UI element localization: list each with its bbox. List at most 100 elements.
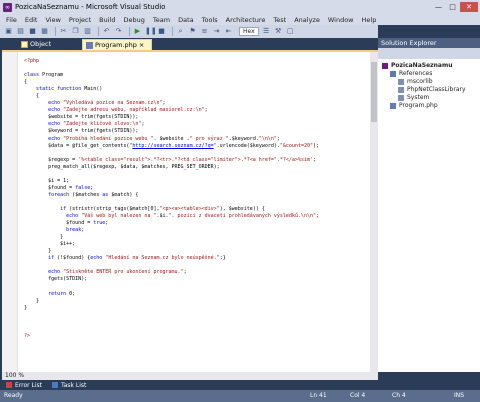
open-file-icon[interactable]: ▤ (16, 27, 25, 36)
menu-debug[interactable]: Debug (124, 16, 145, 24)
code-line[interactable]: $regexp = '%<table class="result">.*?<tr… (24, 157, 319, 164)
redo-icon[interactable]: ↷ (114, 27, 123, 36)
code-line[interactable]: } (24, 305, 319, 312)
copy-icon[interactable]: ❐ (71, 27, 80, 36)
menu-edit[interactable]: Edit (25, 16, 38, 24)
menu-test[interactable]: Test (273, 16, 286, 24)
horizontal-scrollbar[interactable]: 100 % (2, 372, 378, 380)
code-line[interactable]: { (24, 79, 319, 86)
code-line[interactable] (24, 171, 319, 178)
tab-object-browser[interactable]: Object Browser (18, 39, 78, 59)
close-button[interactable]: ✕ (460, 2, 478, 12)
code-line[interactable] (24, 326, 319, 333)
start-debugging-icon[interactable]: ▶ (133, 27, 142, 36)
bookmark-icon[interactable]: ⚑ (188, 27, 197, 36)
tab-program-php-label: Program.php × (95, 41, 145, 49)
code-line[interactable]: if (stristr(strip_tags($match[0],"<p><a>… (24, 206, 319, 213)
code-line[interactable]: break; (24, 227, 319, 234)
menu-analyze[interactable]: Analyze (294, 16, 320, 24)
menu-data[interactable]: Data (178, 16, 194, 24)
code-line[interactable]: echo "Zadejte adresu webu, například mas… (24, 107, 319, 114)
save-icon[interactable]: ■ (28, 27, 37, 36)
code-line[interactable] (24, 312, 319, 319)
solution-tree-item[interactable]: mscorlib (382, 78, 466, 86)
code-line[interactable]: ?> (24, 333, 319, 340)
minimize-button[interactable]: — (432, 2, 445, 12)
solution-explorer-icon[interactable]: ▢ (286, 27, 295, 36)
code-line[interactable]: echo "Váš web byl nalezen na ".$i.". poz… (24, 213, 319, 220)
new-project-icon[interactable]: ▣ (4, 27, 13, 36)
code-text[interactable]: <?php class Program{ static function Mai… (24, 58, 319, 340)
solution-tree-item[interactable]: References (382, 70, 466, 78)
code-editor[interactable]: <?php class Program{ static function Mai… (2, 50, 378, 372)
code-line[interactable] (24, 199, 319, 206)
code-line[interactable]: $i++; (24, 241, 319, 248)
code-line[interactable]: echo "Probíhá hledání pozice webu ". $we… (24, 136, 319, 143)
comment-icon[interactable]: ≡ (200, 27, 209, 36)
code-line[interactable]: } (24, 298, 319, 305)
hex-display-toggle[interactable]: Hex (239, 27, 259, 36)
solution-tree-item-label: System (407, 94, 430, 101)
code-line[interactable]: foreach ($matches as $match) { (24, 192, 319, 199)
maximize-button[interactable]: □ (446, 2, 459, 12)
code-line[interactable]: <?php (24, 58, 319, 65)
outdent-icon[interactable]: ⇤ (224, 27, 233, 36)
document-tab-strip: Object Browser Program.php × (0, 38, 378, 59)
php-file-icon (390, 103, 396, 109)
code-line[interactable]: $keyword = trim(fgets(STDIN)); (24, 128, 319, 135)
code-line[interactable]: echo "Zadejte klíčové slovo:\n"; (24, 121, 319, 128)
code-line[interactable]: echo "Stiskněte ENTER pro ukončení progr… (24, 269, 319, 276)
menu-view[interactable]: View (45, 16, 60, 24)
toolbar-separator (172, 27, 173, 36)
code-line[interactable]: class Program (24, 72, 319, 79)
toolbar-separator (55, 27, 56, 36)
save-all-icon[interactable]: ▦ (40, 27, 49, 36)
menu-project[interactable]: Project (69, 16, 91, 24)
code-line[interactable] (24, 65, 319, 72)
code-line[interactable]: } (24, 234, 319, 241)
status-char: Ch 4 (392, 392, 406, 399)
menu-build[interactable]: Build (99, 16, 115, 24)
solution-tree-item[interactable]: Program.php (382, 102, 466, 110)
cut-icon[interactable]: ✂ (59, 27, 68, 36)
code-line[interactable]: $i = 1; (24, 178, 319, 185)
code-line[interactable]: static function Main() (24, 86, 319, 93)
solution-tree-item[interactable]: PozicaNaSeznamu (382, 62, 466, 70)
indent-icon[interactable]: ⇥ (212, 27, 221, 36)
tab-program-php[interactable]: Program.php × (82, 39, 152, 50)
code-line[interactable]: $data = @file_get_contents("http://searc… (24, 143, 319, 150)
code-line[interactable] (24, 284, 319, 291)
code-line[interactable]: return 0; (24, 291, 319, 298)
code-line[interactable]: $found = false; (24, 185, 319, 192)
menu-team[interactable]: Team (153, 16, 170, 24)
find-icon[interactable]: ⌕ (176, 27, 185, 36)
menu-help[interactable]: Help (362, 16, 377, 24)
menu-tools[interactable]: Tools (202, 16, 218, 24)
solution-tree-item[interactable]: PhpNetClassLibrary (382, 86, 466, 94)
menu-bar: File Edit View Project Build Debug Team … (0, 14, 480, 25)
properties-icon[interactable]: ☰ (262, 27, 271, 36)
code-line[interactable]: if (!$found) {echo "Hledání na Seznam.cz… (24, 255, 319, 262)
code-line[interactable] (24, 319, 319, 326)
paste-icon[interactable]: ▥ (83, 27, 92, 36)
stop-icon[interactable]: ■ (157, 27, 166, 36)
menu-window[interactable]: Window (328, 16, 354, 24)
zoom-level[interactable]: 100 % (2, 372, 24, 380)
solution-explorer-title[interactable]: Solution Explorer (378, 38, 480, 48)
solution-tree-item[interactable]: System (382, 94, 466, 102)
code-line[interactable]: $found = true; (24, 220, 319, 227)
menu-architecture[interactable]: Architecture (226, 16, 266, 24)
toolbox-icon[interactable]: ⚒ (274, 27, 283, 36)
vertical-scrollbar-thumb[interactable] (371, 62, 377, 122)
editor-margin[interactable] (2, 52, 18, 372)
status-bar: Ready Ln 41 Col 4 Ch 4 INS (0, 390, 480, 402)
code-line[interactable]: preg_match_all($regexp, $data, $matches,… (24, 164, 319, 171)
tab-error-list[interactable]: Error List (6, 382, 42, 389)
menu-file[interactable]: File (6, 16, 17, 24)
vertical-scrollbar[interactable] (370, 52, 378, 372)
tab-task-list[interactable]: Task List (52, 382, 86, 389)
code-line[interactable]: fgets(STDIN); (24, 276, 319, 283)
pause-icon[interactable]: ❚❚ (145, 27, 157, 36)
undo-icon[interactable]: ↶ (102, 27, 111, 36)
code-line[interactable] (24, 150, 319, 157)
